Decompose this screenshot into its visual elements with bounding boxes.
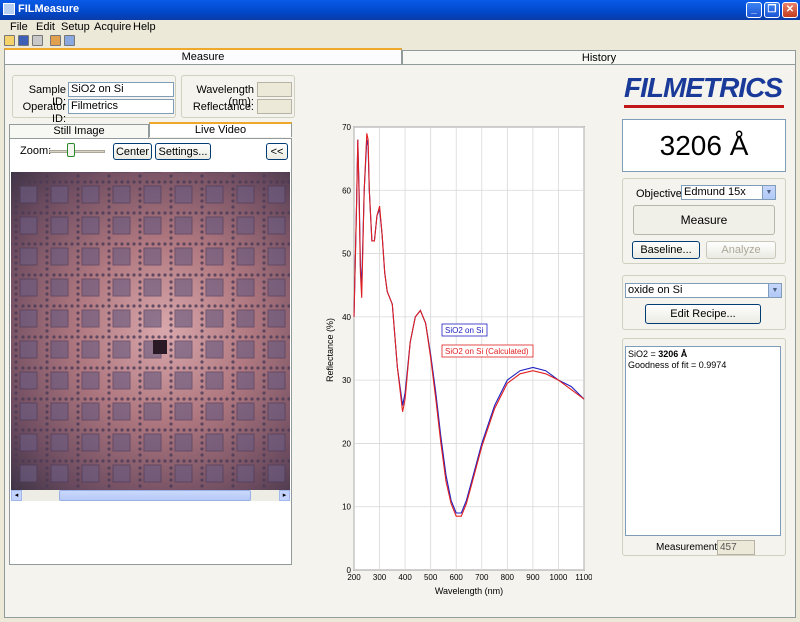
analyze-button[interactable]: Analyze xyxy=(706,241,776,259)
chevron-down-icon[interactable]: ▼ xyxy=(762,186,775,199)
legend-entry-calculated: SiO2 on Si (Calculated) xyxy=(445,347,529,356)
recipe-select-value: oxide on Si xyxy=(628,284,683,296)
result-line-fit: Goodness of fit = 0.9974 xyxy=(628,360,727,370)
menu-edit[interactable]: Edit xyxy=(36,21,55,33)
measurement-number-field: 457 xyxy=(717,540,755,555)
zoom-slider-thumb[interactable] xyxy=(67,143,76,157)
reflectance-label: Reflectance: xyxy=(192,101,254,113)
tab-measure[interactable]: Measure xyxy=(4,48,402,64)
open-icon[interactable] xyxy=(4,35,15,46)
scroll-right-icon[interactable]: ▸ xyxy=(279,490,290,501)
objective-select-value: Edmund 15x xyxy=(684,186,746,198)
y-tick-label: 50 xyxy=(342,250,351,259)
logo-text: FILMETRICS xyxy=(624,72,783,103)
video-pattern xyxy=(11,172,290,490)
video-scrollbar[interactable]: ◂ ▸ xyxy=(11,490,290,501)
app-icon xyxy=(3,3,15,15)
operator-id-label: Operator ID: xyxy=(22,101,66,125)
zoom-label: Zoom: xyxy=(20,145,52,157)
tab-still-image[interactable]: Still Image xyxy=(9,124,149,139)
title-bar: FILMeasure _ ❐ ✕ xyxy=(0,0,800,20)
objective-label: Objective: xyxy=(636,188,685,200)
sample-id-field[interactable]: SiO2 on Si xyxy=(68,82,174,97)
x-tick-label: 1100 xyxy=(575,573,592,582)
toolbar xyxy=(0,34,800,48)
restore-button[interactable]: ❐ xyxy=(764,2,780,18)
y-tick-label: 40 xyxy=(342,313,351,322)
result-line-thickness: SiO2 = 3206 Å xyxy=(628,349,778,360)
objective-select[interactable]: Edmund 15x ▼ xyxy=(681,185,776,200)
menu-file[interactable]: File xyxy=(10,21,28,33)
close-button[interactable]: ✕ xyxy=(782,2,798,18)
x-tick-label: 300 xyxy=(373,573,387,582)
save-icon[interactable] xyxy=(18,35,29,46)
center-button[interactable]: Center xyxy=(113,143,152,160)
x-tick-label: 500 xyxy=(424,573,438,582)
zoom-slider[interactable] xyxy=(49,150,105,153)
operator-id-field[interactable]: Filmetrics xyxy=(68,99,174,114)
filmetrics-logo: FILMETRICS xyxy=(622,72,786,108)
y-tick-label: 30 xyxy=(342,376,351,385)
x-tick-label: 600 xyxy=(450,573,464,582)
reflectance-field xyxy=(257,99,292,114)
x-tick-label: 800 xyxy=(501,573,515,582)
minimize-button[interactable]: _ xyxy=(746,2,762,18)
x-tick-label: 700 xyxy=(475,573,489,582)
x-axis-label: Wavelength (nm) xyxy=(435,586,503,596)
y-tick-label: 10 xyxy=(342,503,351,512)
measurement-spot xyxy=(153,340,167,354)
x-tick-label: 900 xyxy=(526,573,540,582)
reflectance-chart: 200 300 400 500 600 700 800 900 1000 110001020304… xyxy=(325,123,592,596)
window-title: FILMeasure xyxy=(18,3,80,15)
y-tick-label: 70 xyxy=(342,123,351,132)
print-icon[interactable] xyxy=(32,35,43,46)
measurement-number-label: Measurement # xyxy=(656,542,726,553)
menu-setup[interactable]: Setup xyxy=(61,21,90,33)
chevron-down-icon[interactable]: ▼ xyxy=(768,284,781,297)
measure-button[interactable]: Measure xyxy=(633,205,775,235)
x-tick-label: 1000 xyxy=(550,573,568,582)
menu-bar: File Edit Setup Acquire Help xyxy=(0,20,800,34)
y-axis-label: Reflectance (%) xyxy=(325,318,335,382)
y-tick-label: 20 xyxy=(342,439,351,448)
wavelength-field xyxy=(257,82,292,97)
y-tick-label: 60 xyxy=(342,186,351,195)
menu-acquire[interactable]: Acquire xyxy=(94,21,131,33)
scroll-left-icon[interactable]: ◂ xyxy=(11,490,22,501)
logo-underline xyxy=(624,105,784,108)
scroll-thumb[interactable] xyxy=(59,490,251,501)
settings-icon[interactable] xyxy=(50,35,61,46)
y-tick-label: 0 xyxy=(347,566,352,575)
edit-recipe-button[interactable]: Edit Recipe... xyxy=(645,304,761,324)
live-video-image xyxy=(11,172,290,490)
thickness-display: 3206 Å xyxy=(622,119,786,172)
camera-settings-button[interactable]: Settings... xyxy=(155,143,211,160)
result-prefix: SiO2 = xyxy=(628,349,659,359)
tab-live-video[interactable]: Live Video xyxy=(149,122,292,137)
result-thickness-value: 3206 Å xyxy=(658,349,688,359)
results-text: SiO2 = 3206 Å Goodness of fit = 0.9974 xyxy=(625,346,781,536)
baseline-button[interactable]: Baseline... xyxy=(632,241,700,259)
thickness-value: 3206 Å xyxy=(659,130,749,161)
menu-help[interactable]: Help xyxy=(133,21,156,33)
collapse-button[interactable]: << xyxy=(266,143,288,160)
copy-icon[interactable] xyxy=(64,35,75,46)
x-tick-label: 400 xyxy=(398,573,412,582)
recipe-select[interactable]: oxide on Si ▼ xyxy=(625,283,782,298)
legend-entry-measured: SiO2 on Si xyxy=(445,326,483,335)
